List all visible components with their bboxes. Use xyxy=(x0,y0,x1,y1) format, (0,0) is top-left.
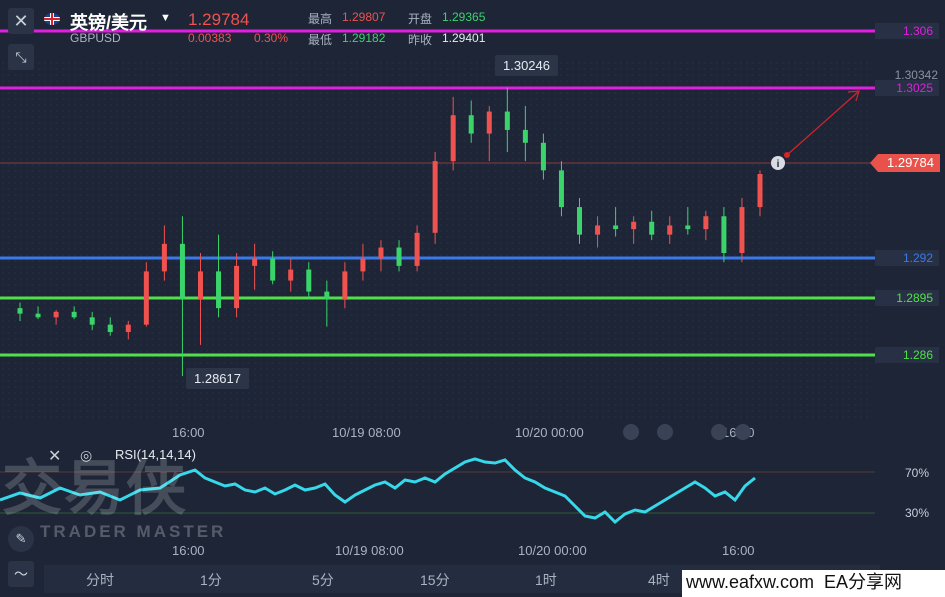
candle-body xyxy=(288,269,294,281)
tab-timeframe-1[interactable]: 1分 xyxy=(200,570,222,590)
rsi-30-label: 30% xyxy=(905,506,930,520)
candle-body xyxy=(234,265,240,309)
candle-body xyxy=(613,225,619,230)
change-pct: 0.30% xyxy=(254,31,289,45)
watermark-brand-cn: 交易侠 xyxy=(2,455,188,522)
draw-tool-button[interactable]: ✎ xyxy=(8,526,34,552)
open-value: 1.29365 xyxy=(442,10,486,24)
tag-13025: 1.3025 xyxy=(875,80,939,96)
tab-timeframe-3[interactable]: 15分 xyxy=(420,570,450,590)
candle-body xyxy=(486,111,492,134)
candle-body xyxy=(252,258,258,266)
candle-body xyxy=(739,207,745,254)
uk-flag-icon xyxy=(44,13,60,25)
watermark-brand-en: TRADER MASTER xyxy=(40,522,227,541)
rsi-x-tick-2: 10/19 08:00 xyxy=(335,543,404,558)
tag-1286: 1.286 xyxy=(875,347,939,363)
candle-body xyxy=(558,170,564,208)
candle-body xyxy=(396,247,402,266)
site-watermark: www.eafxw.com EA分享网 xyxy=(682,570,945,597)
candle-body xyxy=(378,247,384,259)
open-label: 开盘 xyxy=(408,12,433,26)
prev-close-value: 1.29401 xyxy=(442,31,486,45)
tag-12895: 1.2895 xyxy=(875,290,939,306)
candle-body xyxy=(270,258,276,281)
low-label: 最低 xyxy=(308,33,333,47)
candle-body xyxy=(197,271,203,299)
candle-body xyxy=(667,225,673,235)
candle-body xyxy=(35,313,41,318)
candle-body xyxy=(450,115,456,162)
event-marker-icon[interactable] xyxy=(657,424,673,440)
chevron-down-icon[interactable]: ▼ xyxy=(160,12,171,24)
low-callout: 1.28617 xyxy=(186,368,249,389)
candle-body xyxy=(107,324,113,333)
tag-1306: 1.306 xyxy=(875,23,939,39)
current-price: 1.29784 xyxy=(188,10,250,29)
pencil-icon: ✎ xyxy=(15,531,27,546)
candle-body xyxy=(595,225,601,235)
tab-timeframe-4[interactable]: 1时 xyxy=(535,570,557,590)
candle-body xyxy=(577,207,583,235)
high-label: 最高 xyxy=(308,12,333,26)
symbol-code: GBPUSD xyxy=(70,31,121,45)
candle-body xyxy=(324,291,330,299)
candle-body xyxy=(360,258,366,272)
event-marker-icon[interactable] xyxy=(711,424,727,440)
candle-body xyxy=(757,174,763,208)
candle-body xyxy=(504,111,510,130)
candle-body xyxy=(649,221,655,235)
candle-body xyxy=(53,311,59,318)
prev-close-label: 昨收 xyxy=(408,33,433,47)
tag-current-price: 1.29784 xyxy=(870,154,940,172)
candle-body xyxy=(468,115,474,134)
rsi-x-tick-1: 16:00 xyxy=(172,543,205,558)
candle-body xyxy=(71,311,77,318)
svg-text:i: i xyxy=(777,159,780,170)
candle-body xyxy=(342,271,348,299)
candle-body xyxy=(89,317,95,325)
tab-timeframe-5[interactable]: 4时 xyxy=(648,570,670,590)
x-tick-1: 16:00 xyxy=(172,425,205,440)
collapse-button[interactable]: ⤡ xyxy=(8,44,34,70)
indicator-button[interactable]: 〜 xyxy=(8,561,34,587)
candle-body xyxy=(432,161,438,233)
candle-body xyxy=(631,221,637,230)
collapse-arrows-icon: ⤡ xyxy=(15,48,27,65)
candle-body xyxy=(125,324,131,333)
candle-body xyxy=(143,271,149,325)
close-button[interactable]: ✕ xyxy=(8,8,34,34)
tab-timeframe-0[interactable]: 分时 xyxy=(86,570,114,590)
candle-body xyxy=(540,142,546,171)
candle-body xyxy=(161,243,167,272)
candle-body xyxy=(522,129,528,143)
candle-body xyxy=(685,225,691,230)
candle-body xyxy=(306,269,312,292)
low-value: 1.29182 xyxy=(342,31,386,45)
close-icon: ✕ xyxy=(13,10,29,31)
candle-body xyxy=(216,271,222,309)
high-callout: 1.30246 xyxy=(495,55,558,76)
event-marker-icon[interactable] xyxy=(623,424,639,440)
tag-1292: 1.292 xyxy=(875,250,939,266)
candle-body xyxy=(414,232,420,266)
candle-body xyxy=(703,216,709,230)
x-tick-3: 10/20 00:00 xyxy=(515,425,584,440)
candle-body xyxy=(179,243,185,299)
candle-body xyxy=(721,216,727,254)
x-tick-2: 10/19 08:00 xyxy=(332,425,401,440)
rsi-x-tick-4: 16:00 xyxy=(722,543,755,558)
indicator-icon: 〜 xyxy=(14,566,28,582)
candle-body xyxy=(17,308,23,314)
tab-timeframe-2[interactable]: 5分 xyxy=(312,570,334,590)
change-abs: 0.00383 xyxy=(188,31,232,45)
rsi-x-tick-3: 10/20 00:00 xyxy=(518,543,587,558)
high-value: 1.29807 xyxy=(342,10,386,24)
event-marker-icon[interactable] xyxy=(735,424,751,440)
rsi-70-label: 70% xyxy=(905,466,930,480)
